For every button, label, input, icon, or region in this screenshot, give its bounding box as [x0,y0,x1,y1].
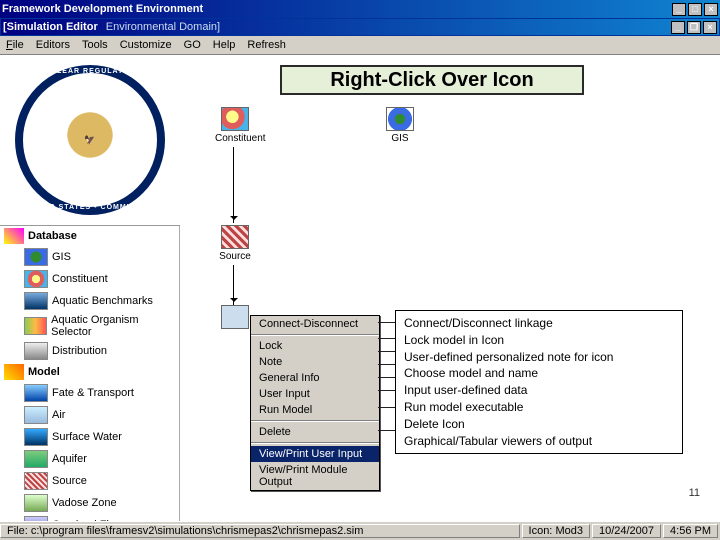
constituent-icon [24,270,48,288]
ctx-run-model[interactable]: Run Model [251,402,379,418]
callout-title: Right-Click Over Icon [280,65,584,95]
connector-line [378,390,395,391]
tree-item-vadose[interactable]: Vadose Zone [0,492,179,514]
app-title: Framework Development Environment [2,3,672,15]
air-icon [24,406,48,424]
module-tree[interactable]: Database GIS Constituent Aquatic Benchma… [0,226,180,521]
ctx-view-user-input[interactable]: View/Print User Input [251,446,379,462]
connector-line [378,322,395,323]
connector-line [378,338,395,339]
link-arrow [233,147,234,223]
outer-title-bar: Framework Development Environment _ □ × [0,0,720,18]
canvas-node-gis[interactable]: GIS [380,107,420,144]
ctx-general-info[interactable]: General Info [251,370,379,386]
model-icon [4,364,24,380]
tree-item-fate-transport[interactable]: Fate & Transport [0,382,179,404]
aquatic-icon [24,292,48,310]
menu-bar: File Editors Tools Customize GO Help Ref… [0,36,720,55]
explanation-box: Connect/Disconnect linkage Lock model in… [395,310,683,454]
status-bar: File: c:\program files\framesv2\simulati… [0,521,720,540]
tree-item-air[interactable]: Air [0,404,179,426]
ctx-separator [251,442,379,444]
menu-tools[interactable]: Tools [76,38,114,52]
constituent-node-icon [221,107,249,131]
child-minimize-button[interactable]: _ [671,21,685,34]
canvas-node-source[interactable]: Source [215,225,255,262]
connector-line [378,377,395,378]
close-button[interactable]: × [704,3,718,16]
tree-item-aquatic-selector[interactable]: Aquatic Organism Selector [0,312,179,340]
source-node-icon [221,225,249,249]
ctx-separator [251,334,379,336]
canvas-node-aquatic[interactable] [215,305,255,331]
connector-line [378,351,395,352]
nrc-seal-icon: NUCLEAR REGULATORY 🦅 UNITED STATES • COM… [15,65,165,215]
ctx-view-module-output[interactable]: View/Print Module Output [251,462,379,490]
aquatic-node-icon [221,305,249,329]
menu-go[interactable]: GO [178,38,207,52]
ctx-lock[interactable]: Lock [251,338,379,354]
tree-item-aquatic-benchmarks[interactable]: Aquatic Benchmarks [0,290,179,312]
ctx-connect[interactable]: Connect-Disconnect [251,316,379,332]
child-close-button[interactable]: × [703,21,717,34]
status-icon: Icon: Mod3 [522,524,590,538]
menu-file[interactable]: File [0,38,30,52]
gis-icon [24,248,48,266]
canvas-node-constituent[interactable]: Constituent [215,107,255,144]
selector-icon [24,317,47,335]
menu-refresh[interactable]: Refresh [241,38,292,52]
ctx-note[interactable]: Note [251,354,379,370]
ctx-delete[interactable]: Delete [251,424,379,440]
status-date: 10/24/2007 [592,524,661,538]
ctx-user-input[interactable]: User Input [251,386,379,402]
vadose-icon [24,494,48,512]
overland-icon [24,516,48,521]
seal-panel: NUCLEAR REGULATORY 🦅 UNITED STATES • COM… [0,55,180,226]
connector-line [378,407,395,408]
aquifer-icon [24,450,48,468]
maximize-button[interactable]: □ [688,3,702,16]
tree-item-gis[interactable]: GIS [0,246,179,268]
tree-item-distribution[interactable]: Distribution [0,340,179,362]
connector-line [378,364,395,365]
child-restore-button[interactable]: ❐ [687,21,701,34]
tree-item-constituent[interactable]: Constituent [0,268,179,290]
menu-help[interactable]: Help [207,38,242,52]
simulation-canvas[interactable]: Right-Click Over Icon Constituent GIS So… [180,55,720,521]
inner-subtitle: Environmental Domain] [106,21,220,33]
menu-editors[interactable]: Editors [30,38,76,52]
fate-icon [24,384,48,402]
status-time: 4:56 PM [663,524,718,538]
inner-title: [Simulation Editor [3,21,98,33]
menu-customize[interactable]: Customize [114,38,178,52]
tree-root-database[interactable]: Database [0,226,179,246]
tree-item-overland[interactable]: Overland Flow [0,514,179,521]
ctx-separator [251,420,379,422]
tree-item-aquifer[interactable]: Aquifer [0,448,179,470]
gis-node-icon [386,107,414,131]
surfacewater-icon [24,428,48,446]
distribution-icon [24,342,48,360]
minimize-button[interactable]: _ [672,3,686,16]
tree-item-surface-water[interactable]: Surface Water [0,426,179,448]
source-icon [24,472,48,490]
link-arrow [233,265,234,305]
context-menu: Connect-Disconnect Lock Note General Inf… [250,315,380,491]
connector-line [378,430,395,431]
database-icon [4,228,24,244]
status-file: File: c:\program files\framesv2\simulati… [0,524,520,538]
slide-number: 11 [689,487,700,499]
tree-root-model[interactable]: Model [0,362,179,382]
tree-item-source[interactable]: Source [0,470,179,492]
inner-title-bar: [Simulation Editor Environmental Domain]… [1,19,719,35]
